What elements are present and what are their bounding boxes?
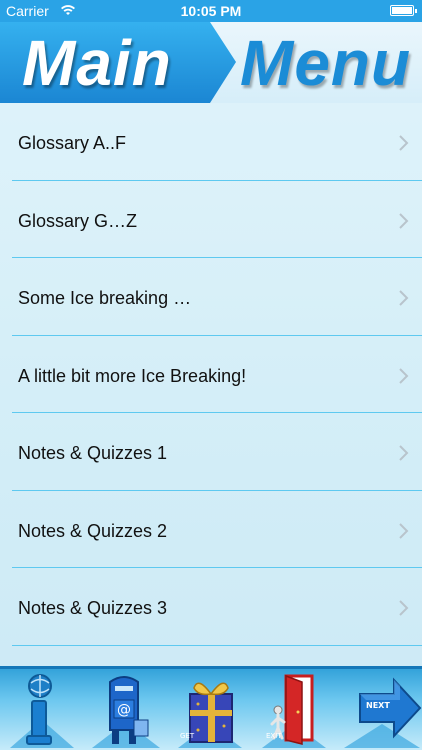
next-arrow-icon xyxy=(344,677,422,748)
menu-item-notes-quizzes-2[interactable]: Notes & Quizzes 2 xyxy=(0,491,422,568)
next-button-tag: NEXT xyxy=(366,701,390,710)
menu-item-more-ice-breaking[interactable]: A little bit more Ice Breaking! xyxy=(0,336,422,413)
menu-item-notes-quizzes-1[interactable]: Notes & Quizzes 1 xyxy=(0,413,422,491)
bottom-toolbar: @ GET EXIT NEXT xyxy=(0,666,422,750)
menu-item-label: Glossary A..F xyxy=(18,133,127,153)
svg-text:@: @ xyxy=(117,702,131,718)
menu-item-glossary-a-f[interactable]: Glossary A..F xyxy=(0,103,422,181)
battery-icon xyxy=(390,5,417,16)
menu-item-label: Glossary G…Z xyxy=(18,210,138,231)
status-bar: Carrier 10:05 PM xyxy=(0,0,422,22)
menu-item-notes-quizzes-3[interactable]: Notes & Quizzes 3 xyxy=(0,568,422,646)
menu-item-label: Notes & Quizzes 3 xyxy=(18,598,168,618)
chevron-right-icon xyxy=(399,367,409,384)
header-title-menu: Menu xyxy=(240,27,412,99)
chevron-right-icon xyxy=(399,600,409,616)
menu-item-label: Notes & Quizzes 1 xyxy=(18,443,168,463)
info-icon xyxy=(10,674,74,748)
next-button[interactable]: NEXT xyxy=(338,670,422,750)
menu-item-label: A little bit more Ice Breaking! xyxy=(18,365,247,386)
gift-button-tag: GET xyxy=(180,732,195,740)
menu-item-label: Notes & Quizzes 2 xyxy=(18,520,168,541)
menu-item-label: Some Ice breaking … xyxy=(18,288,192,308)
gift-button[interactable]: GET xyxy=(168,670,252,750)
exit-door-icon xyxy=(262,674,326,748)
menu-list: Glossary A..F Glossary G…Z Some Ice brea… xyxy=(0,103,422,666)
chevron-right-icon xyxy=(399,522,409,539)
menu-item-ice-breaking[interactable]: Some Ice breaking … xyxy=(0,258,422,336)
header-title-main: Main xyxy=(22,27,172,99)
exit-button[interactable]: EXIT xyxy=(252,670,336,750)
contact-mail-button[interactable]: @ xyxy=(84,670,168,750)
divider xyxy=(12,644,422,646)
chevron-right-icon xyxy=(399,290,409,306)
mailbox-icon: @ xyxy=(92,676,160,748)
exit-button-tag: EXIT xyxy=(266,732,282,740)
chevron-right-icon xyxy=(399,212,409,229)
menu-item-glossary-g-z[interactable]: Glossary G…Z xyxy=(0,181,422,258)
chevron-right-icon xyxy=(399,445,409,461)
info-button[interactable] xyxy=(0,670,84,750)
clock: 10:05 PM xyxy=(180,3,242,19)
header-banner: Main Menu xyxy=(0,22,422,103)
chevron-right-icon xyxy=(399,135,409,151)
